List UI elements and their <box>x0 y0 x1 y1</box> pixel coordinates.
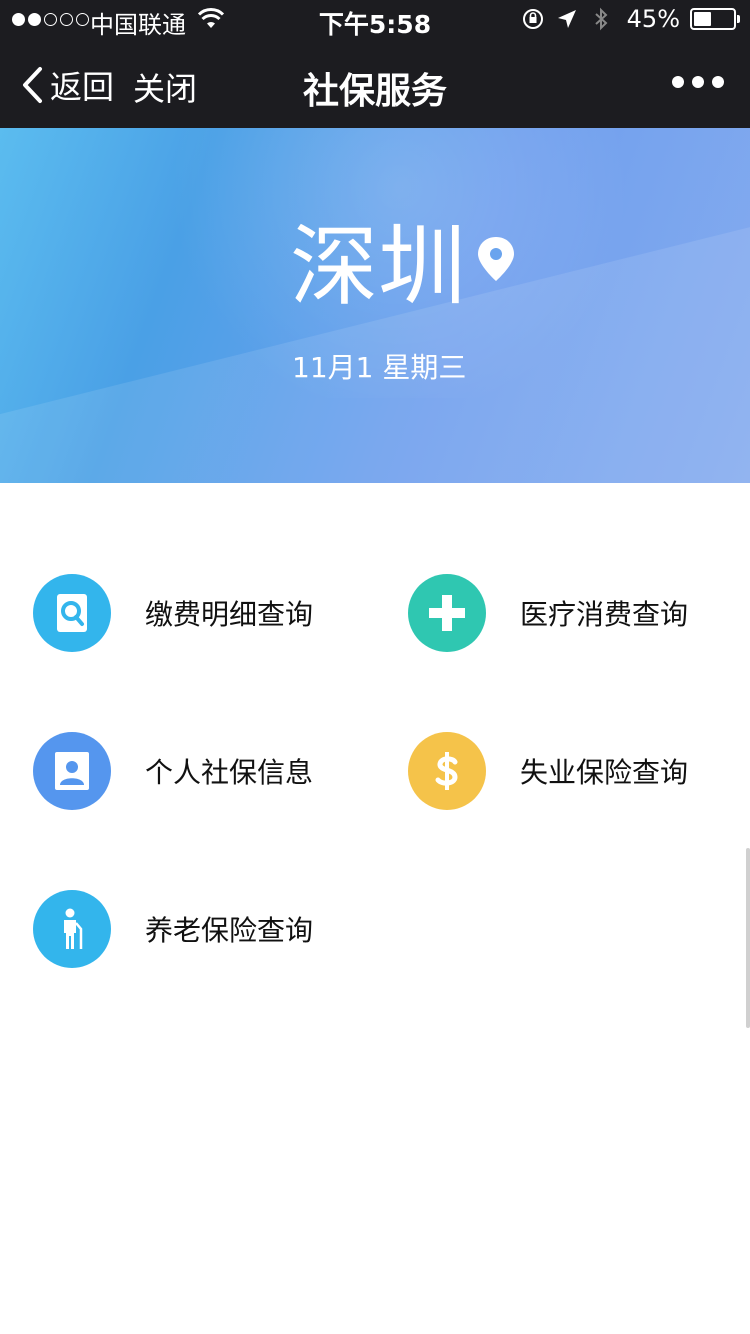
bluetooth-icon <box>594 7 608 31</box>
dollar-icon <box>408 732 486 810</box>
medical-cross-icon <box>408 574 486 652</box>
menu-item-pension-insurance[interactable]: 养老保险查询 <box>33 889 393 969</box>
dot-icon <box>712 76 724 88</box>
menu-item-medical-expense[interactable]: 医疗消费查询 <box>408 573 750 653</box>
battery-percentage: 45% <box>626 5 680 33</box>
dot-icon <box>692 76 704 88</box>
menu-item-label: 缴费明细查询 <box>145 598 314 631</box>
top-bar: 中国联通 下午5:58 45% 返回 关闭 社保服务 <box>0 0 750 128</box>
search-document-icon <box>33 574 111 652</box>
battery-icon <box>690 8 740 30</box>
menu-item-personal-info[interactable]: 个人社保信息 <box>33 731 393 811</box>
service-menu: 缴费明细查询 医疗消费查询 个人社保信息 失业保险查询 养老保险查询 <box>0 483 750 1334</box>
city-name: 深圳 <box>290 215 467 318</box>
menu-item-unemployment-insurance[interactable]: 失业保险查询 <box>408 731 750 811</box>
person-card-icon <box>33 732 111 810</box>
scrollbar[interactable] <box>746 848 750 1028</box>
menu-item-label: 医疗消费查询 <box>520 598 689 631</box>
location-pin-icon[interactable] <box>476 235 516 285</box>
city-banner: 深圳 11月1 星期三 <box>0 128 750 483</box>
page-title: 社保服务 <box>302 71 447 112</box>
menu-item-label: 个人社保信息 <box>145 756 314 789</box>
banner-date: 11月1 星期三 <box>292 351 467 384</box>
dot-icon <box>672 76 684 88</box>
status-bar: 中国联通 下午5:58 45% <box>0 0 750 40</box>
menu-item-label: 养老保险查询 <box>145 914 314 947</box>
location-arrow-icon <box>557 10 576 28</box>
more-options-button[interactable] <box>672 76 724 88</box>
menu-item-label: 失业保险查询 <box>520 756 689 789</box>
menu-item-payment-details[interactable]: 缴费明细查询 <box>33 573 393 653</box>
orientation-lock-icon <box>522 9 543 29</box>
elder-cane-icon <box>33 890 111 968</box>
nav-bar: 返回 关闭 社保服务 <box>0 40 750 128</box>
